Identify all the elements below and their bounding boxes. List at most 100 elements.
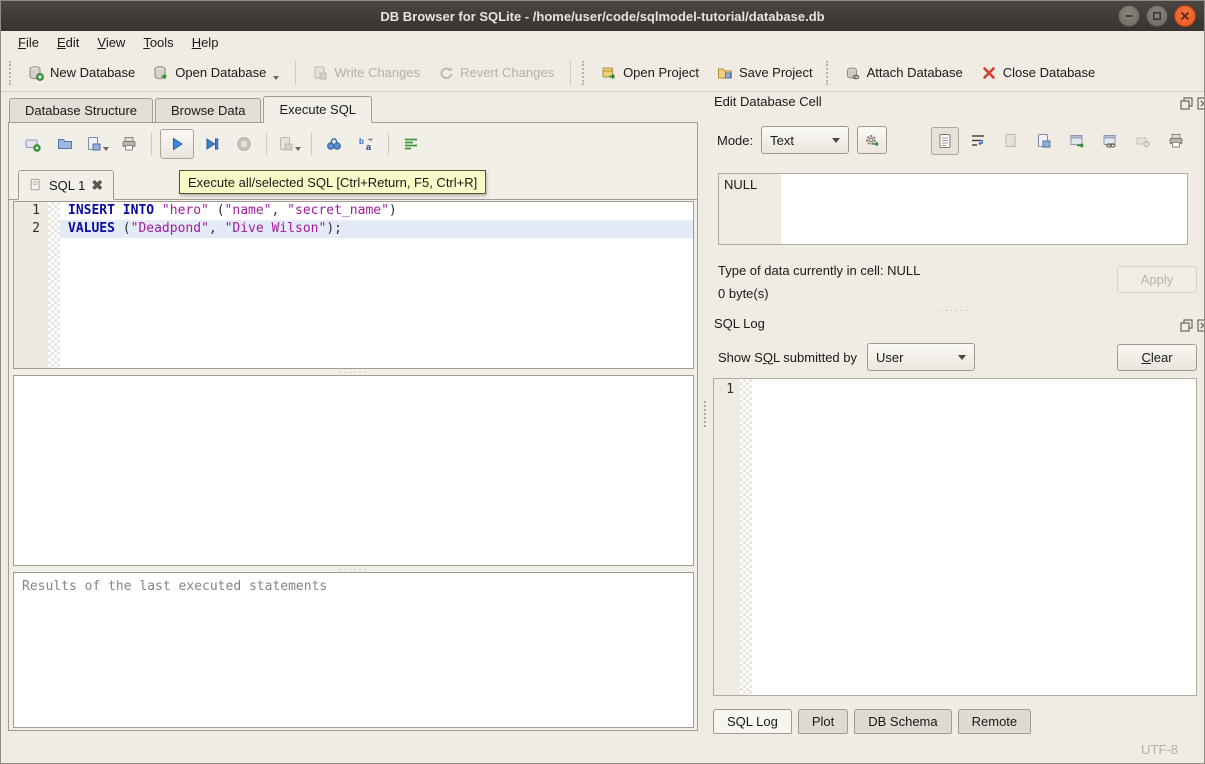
cell-log-splitter[interactable]: ······ — [713, 306, 1197, 314]
minimize-button[interactable] — [1118, 5, 1140, 27]
close-database-button[interactable]: Close Database — [972, 60, 1105, 86]
dock-tab-sql-log[interactable]: SQL Log — [713, 709, 792, 734]
stop-execution-button[interactable] — [230, 130, 258, 158]
close-icon — [1179, 10, 1191, 22]
close-tab-icon[interactable]: ✖ — [91, 178, 103, 192]
minimize-icon — [1123, 10, 1135, 22]
close-dock-icon — [1197, 319, 1205, 332]
float-dock-button[interactable] — [1179, 318, 1193, 332]
status-bar: UTF-8 ⋰ — [1, 733, 1204, 763]
mode-select[interactable]: Text — [761, 126, 849, 154]
cell-type-text: Type of data currently in cell: NULL — [718, 259, 920, 282]
main-tab-bar: Database Structure Browse Data Execute S… — [9, 97, 374, 123]
print-cell-icon[interactable] — [1168, 133, 1184, 149]
line-number-gutter — [14, 238, 48, 368]
save-sql-file-button[interactable] — [83, 130, 111, 158]
format-sql-button[interactable] — [397, 130, 425, 158]
cell-value-editor[interactable]: NULL — [718, 173, 1188, 245]
log-filter-select[interactable]: User — [867, 343, 975, 371]
window-controls — [1118, 5, 1196, 27]
menu-help[interactable]: Help — [183, 33, 228, 52]
save-file-dropdown-icon[interactable] — [103, 147, 109, 151]
open-project-button[interactable]: Open Project — [592, 60, 708, 86]
open-file-icon — [57, 136, 73, 152]
text-mode-button[interactable] — [931, 127, 959, 155]
save-project-button[interactable]: Save Project — [708, 60, 822, 86]
edit-cell-dock-title: Edit Database Cell — [714, 94, 822, 109]
sql-toolbar-separator — [388, 133, 389, 155]
menu-tools[interactable]: Tools — [134, 33, 182, 52]
open-sql-file-button[interactable] — [51, 130, 79, 158]
cell-text-area[interactable] — [781, 174, 1187, 244]
find-replace-button[interactable]: b a — [352, 130, 380, 158]
save-file-icon — [86, 136, 102, 152]
menu-view[interactable]: View — [88, 33, 134, 52]
menu-edit[interactable]: Edit — [48, 33, 88, 52]
open-database-button[interactable]: Open Database — [144, 60, 288, 86]
tab-execute-sql[interactable]: Execute SQL — [263, 96, 372, 123]
open-database-dropdown-icon[interactable] — [273, 76, 279, 80]
print-icon — [121, 136, 137, 152]
sql-toolbar-separator — [151, 133, 152, 155]
panel-splitter[interactable] — [701, 97, 708, 731]
save-results-button[interactable] — [275, 130, 303, 158]
open-sql-tab-button[interactable] — [19, 130, 47, 158]
log-folding-margin — [740, 379, 752, 695]
sql-log-view: 1 — [713, 378, 1197, 696]
folding-margin — [48, 220, 60, 238]
write-changes-icon — [312, 65, 328, 81]
code-line[interactable]: INSERT INTO "hero" ("name", "secret_name… — [60, 202, 693, 220]
open-external-icon[interactable] — [1069, 133, 1085, 149]
find-icon — [326, 136, 342, 152]
clear-log-button[interactable]: Clear — [1117, 344, 1197, 371]
word-wrap-icon[interactable] — [970, 133, 986, 149]
write-changes-button[interactable]: Write Changes — [303, 60, 429, 86]
revert-changes-button[interactable]: Revert Changes — [429, 60, 563, 86]
bottom-dock-tab-bar: SQL Log Plot DB Schema Remote — [713, 709, 1031, 734]
dock-tab-db-schema[interactable]: DB Schema — [854, 709, 951, 734]
save-results-dropdown-icon[interactable] — [295, 147, 301, 151]
tab-database-structure[interactable]: Database Structure — [9, 98, 153, 123]
new-database-button[interactable]: New Database — [19, 60, 144, 86]
execute-current-line-button[interactable] — [198, 130, 226, 158]
attach-database-button[interactable]: Attach Database — [836, 60, 972, 86]
import-cell-icon[interactable] — [1003, 133, 1019, 149]
line-number: 1 — [14, 202, 48, 220]
sql-toolbar-separator — [266, 133, 267, 155]
copy-link-icon[interactable] — [1102, 133, 1118, 149]
remove-cell-icon[interactable] — [1135, 133, 1151, 149]
dock-tab-remote[interactable]: Remote — [958, 709, 1032, 734]
encoding-indicator: UTF-8 — [1141, 742, 1178, 757]
maximize-icon — [1151, 10, 1163, 22]
log-line-number: 1 — [714, 379, 740, 695]
resize-grip-icon[interactable]: ⋰ — [1190, 748, 1200, 759]
maximize-button[interactable] — [1146, 5, 1168, 27]
code-line[interactable]: VALUES ("Deadpond", "Dive Wilson"); — [60, 220, 693, 238]
tab-browse-data[interactable]: Browse Data — [155, 98, 261, 123]
apply-button[interactable]: Apply — [1117, 266, 1197, 293]
sql-editor[interactable]: 1 INSERT INTO "hero" ("name", "secret_na… — [13, 201, 694, 369]
execute-tooltip: Execute all/selected SQL [Ctrl+Return, F… — [179, 170, 486, 194]
print-sql-button[interactable] — [115, 130, 143, 158]
sql-log-controls: Show SQL submitted by User Clear — [718, 343, 1197, 371]
execute-sql-button[interactable] — [160, 129, 194, 159]
main-toolbar: New Database Open Database Write Changes — [1, 54, 1204, 92]
float-dock-button[interactable] — [1179, 96, 1193, 110]
toolbar-drag-handle[interactable] — [9, 61, 15, 85]
close-dock-button[interactable] — [1196, 96, 1205, 110]
toolbar-drag-handle[interactable] — [826, 61, 832, 85]
close-dock-button[interactable] — [1196, 318, 1205, 332]
dock-tab-plot[interactable]: Plot — [798, 709, 848, 734]
revert-changes-icon — [438, 65, 454, 81]
close-database-icon — [981, 65, 997, 81]
close-button[interactable] — [1174, 5, 1196, 27]
export-cell-icon[interactable] — [1036, 133, 1052, 149]
auto-apply-button[interactable] — [857, 126, 887, 154]
find-button[interactable] — [320, 130, 348, 158]
menu-file[interactable]: File — [9, 33, 48, 52]
float-icon — [1180, 97, 1193, 110]
sql-toolbar: b a — [13, 126, 425, 162]
sql-1-tab[interactable]: SQL 1 ✖ — [18, 170, 114, 200]
toolbar-drag-handle[interactable] — [582, 61, 588, 85]
folding-margin — [48, 238, 60, 368]
